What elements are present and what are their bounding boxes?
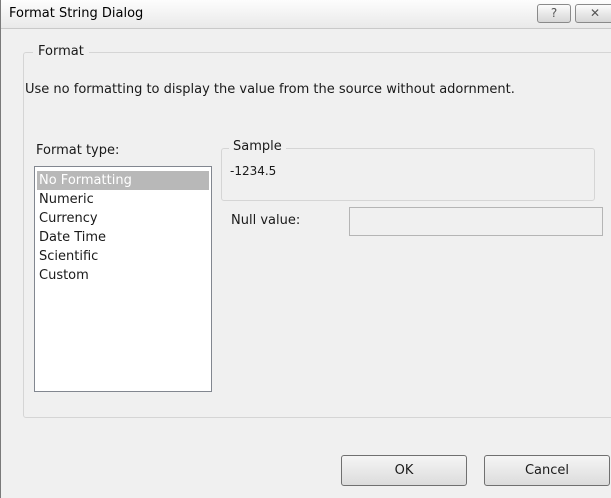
sample-label: Sample xyxy=(229,139,286,154)
sample-group-box xyxy=(221,148,595,201)
help-icon: ? xyxy=(550,6,558,20)
list-item-custom[interactable]: Custom xyxy=(37,266,209,285)
sample-value: -1234.5 xyxy=(230,164,277,178)
format-type-label: Format type: xyxy=(36,143,120,158)
cancel-button[interactable]: Cancel xyxy=(484,455,610,486)
ok-button[interactable]: OK xyxy=(341,455,467,486)
list-item-numeric[interactable]: Numeric xyxy=(37,190,209,209)
help-button[interactable]: ? xyxy=(537,4,571,23)
null-value-label: Null value: xyxy=(231,213,301,228)
format-type-listbox[interactable]: No Formatting Numeric Currency Date Time… xyxy=(34,166,212,392)
format-description: Use no formatting to display the value f… xyxy=(25,82,515,97)
null-value-input[interactable] xyxy=(349,207,603,236)
list-item-currency[interactable]: Currency xyxy=(37,209,209,228)
window-title: Format String Dialog xyxy=(9,6,144,21)
list-item-scientific[interactable]: Scientific xyxy=(37,247,209,266)
title-bar[interactable]: Format String Dialog ? ✕ xyxy=(1,0,611,29)
format-group-label: Format xyxy=(33,44,89,59)
close-button[interactable]: ✕ xyxy=(575,4,611,23)
list-item-date-time[interactable]: Date Time xyxy=(37,228,209,247)
format-string-dialog: Format String Dialog ? ✕ Format Use no f… xyxy=(0,0,611,498)
close-icon: ✕ xyxy=(589,6,601,20)
list-item-no-formatting[interactable]: No Formatting xyxy=(37,171,209,190)
